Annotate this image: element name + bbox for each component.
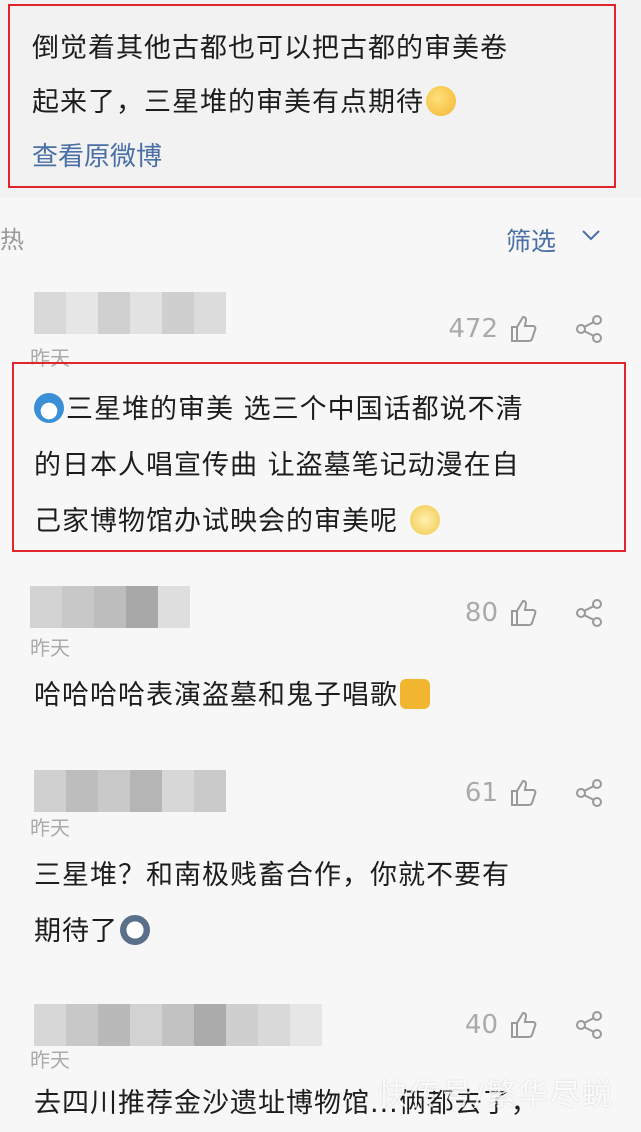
thumbs-up-icon[interactable] (508, 314, 538, 344)
thumbs-up-icon[interactable] (508, 598, 538, 628)
smile-emoji-icon (409, 505, 440, 535)
comment-line: 三星堆？和南极贱畜合作，你就不要有 (34, 860, 510, 891)
share-icon[interactable] (574, 778, 604, 808)
view-original-link[interactable]: 查看原微博 (32, 136, 162, 173)
watermark: 快传号/繁华尽蜕 (378, 1078, 615, 1113)
thumbs-down-emoji-icon (400, 679, 430, 709)
comment-line: 己家博物馆办试映会的审美呢 (34, 494, 524, 550)
thumbs-up-icon[interactable] (508, 1010, 538, 1040)
thumbs-up-icon[interactable] (508, 778, 538, 808)
post-text: 倒觉着其他古都也可以把古都的审美卷 起来了，三星堆的审美有点期待 (32, 22, 602, 130)
comment-text: 三星堆的审美 选三个中国话都说不清 的日本人唱宣传曲 让盗墓笔记动漫在自 己家博… (34, 382, 524, 550)
comment-text: 哈哈哈哈表演盗墓和鬼子唱歌 (34, 668, 430, 724)
chevron-down-icon[interactable] (580, 224, 602, 246)
share-icon[interactable] (574, 1010, 604, 1040)
post-text-line1: 倒觉着其他古都也可以把古都的审美卷 (32, 33, 508, 64)
comment-line: 三星堆的审美 选三个中国话都说不清 (34, 382, 524, 438)
username-blurred[interactable] (34, 1004, 324, 1046)
doraemon-emoji-icon (34, 393, 64, 423)
comment-line: 期待了 (34, 904, 510, 960)
comment-line: 哈哈哈哈表演盗墓和鬼子唱歌 (34, 668, 430, 724)
post-text-line2: 起来了，三星堆的审美有点期待 (32, 76, 602, 130)
like-count: 40 (464, 1010, 498, 1040)
like-count: 80 (464, 598, 498, 628)
comment-time: 昨天 (30, 1048, 70, 1072)
shocked-emoji-icon (120, 915, 150, 945)
share-icon[interactable] (574, 314, 604, 344)
comment-line: 的日本人唱宣传曲 让盗墓笔记动漫在自 (34, 450, 520, 481)
share-icon[interactable] (574, 598, 604, 628)
username-blurred[interactable] (34, 770, 228, 812)
comment-text: 三星堆？和南极贱畜合作，你就不要有 期待了 (34, 848, 510, 960)
like-count: 472 (448, 314, 498, 344)
yum-emoji-icon (426, 86, 456, 116)
username-blurred[interactable] (34, 292, 228, 334)
like-count: 61 (464, 778, 498, 808)
username-blurred[interactable] (30, 586, 192, 628)
hot-tab[interactable]: 热 (0, 220, 24, 255)
comment-time: 昨天 (30, 816, 70, 840)
filter-button[interactable]: 筛选 (506, 222, 556, 258)
comment-time: 昨天 (30, 636, 70, 660)
